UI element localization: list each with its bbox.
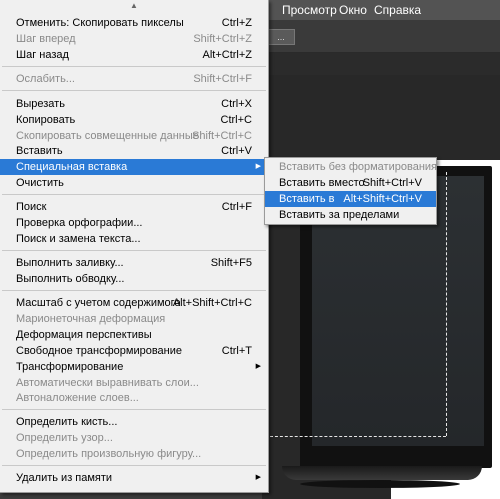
menu-item-step-forward[interactable]: Шаг вперед Shift+Ctrl+Z	[0, 31, 268, 47]
scroll-up-icon[interactable]: ▲	[0, 0, 268, 12]
menu-item-define-custom-shape[interactable]: Определить произвольную фигуру...	[0, 446, 268, 462]
menu-item-paste[interactable]: Вставить Ctrl+V	[0, 143, 268, 159]
submenu-item-paste-without-formatting[interactable]: Вставить без форматирования	[265, 159, 437, 175]
menu-item-puppet-warp[interactable]: Марионеточная деформация	[0, 311, 268, 327]
submenu-arrow-icon: ▶	[255, 474, 261, 481]
submenu-item-paste-in-place[interactable]: Вставить вместо Shift+Ctrl+V	[265, 175, 436, 191]
menu-help[interactable]: Справка	[374, 3, 421, 17]
options-button[interactable]: ...	[267, 29, 295, 45]
menu-item-clear[interactable]: Очистить	[0, 175, 268, 191]
marquee-selection	[438, 172, 447, 436]
menu-item-cut[interactable]: Вырезать Ctrl+X	[0, 96, 268, 112]
menu-item-copy[interactable]: Копировать Ctrl+C	[0, 112, 268, 128]
menu-item-step-backward[interactable]: Шаг назад Alt+Ctrl+Z	[0, 47, 268, 63]
edit-menu: ▲ Отменить: Скопировать пикселы Ctrl+Z Ша…	[0, 0, 269, 493]
submenu-item-paste-into[interactable]: Вставить в Alt+Shift+Ctrl+V	[265, 191, 436, 207]
tv-stand-image	[282, 466, 482, 480]
submenu-arrow-icon: ▶	[255, 163, 261, 170]
menu-item-undo[interactable]: Отменить: Скопировать пикселы Ctrl+Z	[0, 15, 268, 31]
menu-divider	[2, 194, 266, 195]
menu-item-fade[interactable]: Ослабить... Shift+Ctrl+F	[0, 71, 268, 87]
menu-divider	[2, 66, 266, 67]
menu-item-define-pattern[interactable]: Определить узор...	[0, 430, 268, 446]
menu-item-spell-check[interactable]: Проверка орфографии...	[0, 215, 268, 231]
menu-item-purge[interactable]: Удалить из памяти ▶	[0, 470, 268, 486]
menu-item-search[interactable]: Поиск Ctrl+F	[0, 199, 268, 215]
tv-stand-base-image	[300, 480, 460, 488]
menu-divider	[2, 465, 266, 466]
paste-special-submenu: Вставить без форматирования Вставить вме…	[264, 157, 437, 225]
menu-item-find-replace[interactable]: Поиск и замена текста...	[0, 231, 268, 247]
menu-divider	[2, 90, 266, 91]
menu-item-content-aware-scale[interactable]: Масштаб с учетом содержимого Alt+Shift+Ct…	[0, 295, 268, 311]
menu-item-copy-merged[interactable]: Скопировать совмещенные данные Shift+Ctrl…	[0, 128, 268, 144]
menu-item-auto-blend-layers[interactable]: Автоналожение слоев...	[0, 390, 268, 406]
menu-window[interactable]: Окно	[339, 3, 367, 17]
marquee-selection-bottom	[270, 436, 446, 438]
submenu-item-paste-outside[interactable]: Вставить за пределами	[265, 207, 436, 223]
menu-item-free-transform[interactable]: Свободное трансформирование Ctrl+T	[0, 343, 268, 359]
menu-item-fill[interactable]: Выполнить заливку... Shift+F5	[0, 255, 268, 271]
menu-divider	[2, 409, 266, 410]
menu-divider	[2, 250, 266, 251]
menu-item-paste-special[interactable]: Специальная вставка ▶	[0, 159, 268, 175]
menu-view[interactable]: Просмотр	[282, 3, 337, 17]
menu-item-auto-align-layers[interactable]: Автоматически выравнивать слои...	[0, 375, 268, 391]
menu-item-define-brush[interactable]: Определить кисть...	[0, 414, 268, 430]
menu-item-perspective-warp[interactable]: Деформация перспективы	[0, 327, 268, 343]
menu-divider	[2, 290, 266, 291]
submenu-arrow-icon: ▶	[255, 363, 261, 370]
menu-item-stroke[interactable]: Выполнить обводку...	[0, 271, 268, 287]
menu-item-transform[interactable]: Трансформирование ▶	[0, 359, 268, 375]
